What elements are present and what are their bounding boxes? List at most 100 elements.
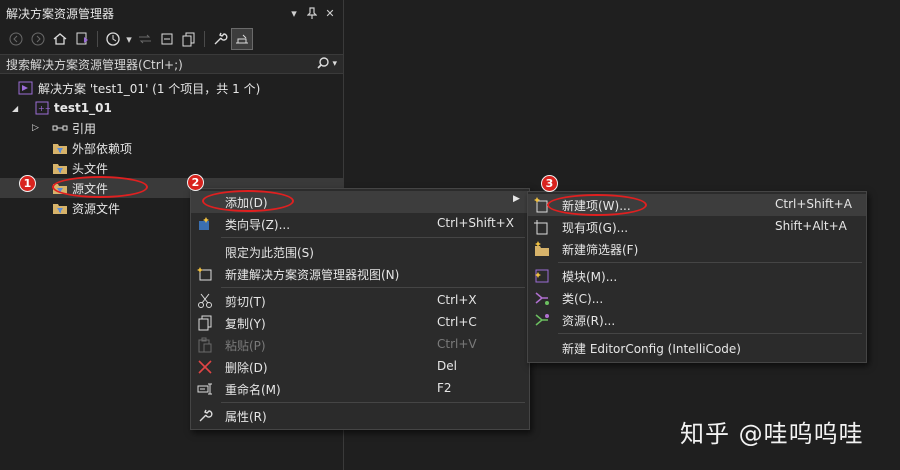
history-icon[interactable] — [103, 29, 123, 49]
tree-item-external-deps[interactable]: 外部依赖项 — [0, 138, 343, 158]
menu-item-label: 新建解决方案资源管理器视图(N) — [225, 268, 400, 282]
annotation-badge-2: 2 — [187, 174, 204, 191]
panel-title: 解决方案资源管理器 — [6, 6, 115, 21]
references-icon — [52, 120, 68, 136]
menu-item-shortcut: Ctrl+C — [437, 315, 477, 329]
menu-item-cut[interactable]: 剪切(T) Ctrl+X — [191, 290, 529, 312]
tree-item-header-files[interactable]: 头文件 — [0, 158, 343, 178]
project-label: test1_01 — [54, 101, 112, 115]
preview-selected-items-icon[interactable] — [231, 28, 253, 50]
submenu-item-new-editorconfig[interactable]: 新建 EditorConfig (IntelliCode) — [528, 337, 866, 359]
new-view-icon — [197, 266, 213, 282]
tree-item-label: 头文件 — [72, 161, 109, 176]
search-bar[interactable]: 搜索解决方案资源管理器(Ctrl+;) ▾ — [0, 54, 343, 74]
collapsed-arrow-icon[interactable]: ▷ — [32, 123, 42, 133]
annotation-oval-add — [202, 190, 294, 212]
menu-item-label: 模块(M)... — [562, 270, 618, 284]
menu-item-label: 复制(Y) — [225, 317, 266, 331]
menu-item-label: 新建筛选器(F) — [562, 243, 639, 257]
home-icon[interactable] — [50, 29, 70, 49]
menu-item-label: 重命名(M) — [225, 383, 281, 397]
sync-icon[interactable] — [135, 29, 155, 49]
menu-item-label: 删除(D) — [225, 361, 268, 375]
submenu-item-module[interactable]: 模块(M)... — [528, 265, 866, 287]
menu-item-copy[interactable]: 复制(Y) Ctrl+C — [191, 312, 529, 334]
solution-label: 解决方案 'test1_01' (1 个项目，共 1 个) — [38, 81, 261, 96]
filter-folder-icon — [52, 160, 68, 176]
submenu-arrow-icon: ▶ — [513, 194, 520, 204]
filter-folder-icon — [52, 140, 68, 156]
properties-wrench-icon[interactable] — [210, 29, 230, 49]
menu-item-shortcut: Ctrl+V — [437, 337, 477, 351]
menu-item-label: 类向导(Z)... — [225, 218, 291, 232]
show-all-files-icon[interactable] — [179, 29, 199, 49]
menu-item-scope-to-this[interactable]: 限定为此范围(S) — [191, 241, 529, 263]
menu-item-shortcut: F2 — [437, 381, 452, 395]
existing-item-icon — [534, 219, 550, 235]
svg-text:++: ++ — [38, 104, 50, 113]
switch-views-icon[interactable] — [72, 29, 92, 49]
menu-item-label: 类(C)... — [562, 292, 604, 306]
toolbar-separator — [204, 31, 205, 47]
menu-separator — [221, 237, 525, 238]
tree-project-node[interactable]: ◢ ++ test1_01 — [0, 98, 343, 118]
search-input[interactable]: 搜索解决方案资源管理器(Ctrl+;) — [6, 56, 317, 73]
menu-item-label: 粘贴(P) — [225, 339, 266, 353]
menu-item-class-wizard[interactable]: 类向导(Z)... Ctrl+Shift+X — [191, 213, 529, 235]
menu-separator — [558, 262, 862, 263]
panel-toolbar: ▾ — [0, 26, 343, 52]
menu-item-shortcut: Ctrl+X — [437, 293, 477, 307]
project-icon: ++ — [34, 100, 50, 116]
search-icon[interactable] — [317, 56, 330, 72]
watermark: 知乎 @哇呜呜哇 — [680, 420, 864, 448]
filter-folder-icon — [52, 200, 68, 216]
copy-icon — [197, 315, 213, 331]
close-icon[interactable]: ✕ — [321, 4, 339, 22]
panel-titlebar: 解决方案资源管理器 ▾ ✕ — [0, 0, 343, 26]
menu-item-label: 资源(R)... — [562, 314, 616, 328]
submenu-item-resource[interactable]: 资源(R)... — [528, 309, 866, 331]
context-menu: 添加(D) ▶ 类向导(Z)... Ctrl+Shift+X 限定为此范围(S)… — [190, 188, 530, 430]
submenu-item-existing-item[interactable]: 现有项(G)... Shift+Alt+A — [528, 216, 866, 238]
history-dropdown-icon[interactable]: ▾ — [125, 30, 133, 48]
submenu-item-class[interactable]: 类(C)... — [528, 287, 866, 309]
submenu-item-new-filter[interactable]: 新建筛选器(F) — [528, 238, 866, 260]
menu-item-label: 新建 EditorConfig (IntelliCode) — [562, 342, 741, 356]
menu-item-label: 限定为此范围(S) — [225, 246, 314, 260]
menu-item-new-view[interactable]: 新建解决方案资源管理器视图(N) — [191, 263, 529, 285]
menu-separator — [558, 333, 862, 334]
menu-item-shortcut: Shift+Alt+A — [775, 219, 847, 233]
menu-separator — [221, 287, 525, 288]
menu-item-paste[interactable]: 粘贴(P) Ctrl+V — [191, 334, 529, 356]
tree-solution-node[interactable]: 解决方案 'test1_01' (1 个项目，共 1 个) — [0, 78, 343, 98]
menu-item-properties[interactable]: 属性(R) — [191, 405, 529, 427]
wrench-icon — [197, 408, 213, 424]
scissors-icon — [197, 293, 213, 309]
menu-item-shortcut: Ctrl+Shift+X — [437, 216, 514, 230]
solution-icon — [18, 80, 34, 96]
pin-icon[interactable] — [303, 4, 321, 22]
menu-item-label: 现有项(G)... — [562, 221, 629, 235]
add-submenu: 新建项(W)... Ctrl+Shift+A 现有项(G)... Shift+A… — [527, 191, 867, 363]
annotation-oval-source-files — [52, 176, 148, 198]
back-icon[interactable] — [6, 29, 26, 49]
menu-separator — [221, 402, 525, 403]
rename-icon — [197, 381, 213, 397]
menu-item-delete[interactable]: 删除(D) Del — [191, 356, 529, 378]
collapse-all-icon[interactable] — [157, 29, 177, 49]
menu-item-shortcut: Del — [437, 359, 457, 373]
menu-item-rename[interactable]: 重命名(M) F2 — [191, 378, 529, 400]
annotation-badge-3: 3 — [541, 175, 558, 192]
menu-item-label: 剪切(T) — [225, 295, 266, 309]
paste-icon — [197, 337, 213, 353]
annotation-oval-new-item — [547, 194, 647, 216]
tree-item-references[interactable]: ▷ 引用 — [0, 118, 343, 138]
menu-item-label: 属性(R) — [225, 410, 267, 424]
search-options-icon[interactable]: ▾ — [332, 59, 337, 69]
forward-icon[interactable] — [28, 29, 48, 49]
dropdown-icon[interactable]: ▾ — [285, 4, 303, 22]
annotation-badge-1: 1 — [19, 175, 36, 192]
tree-item-label: 外部依赖项 — [72, 141, 133, 156]
class-icon — [534, 290, 550, 306]
expanded-arrow-icon[interactable]: ◢ — [12, 104, 22, 113]
